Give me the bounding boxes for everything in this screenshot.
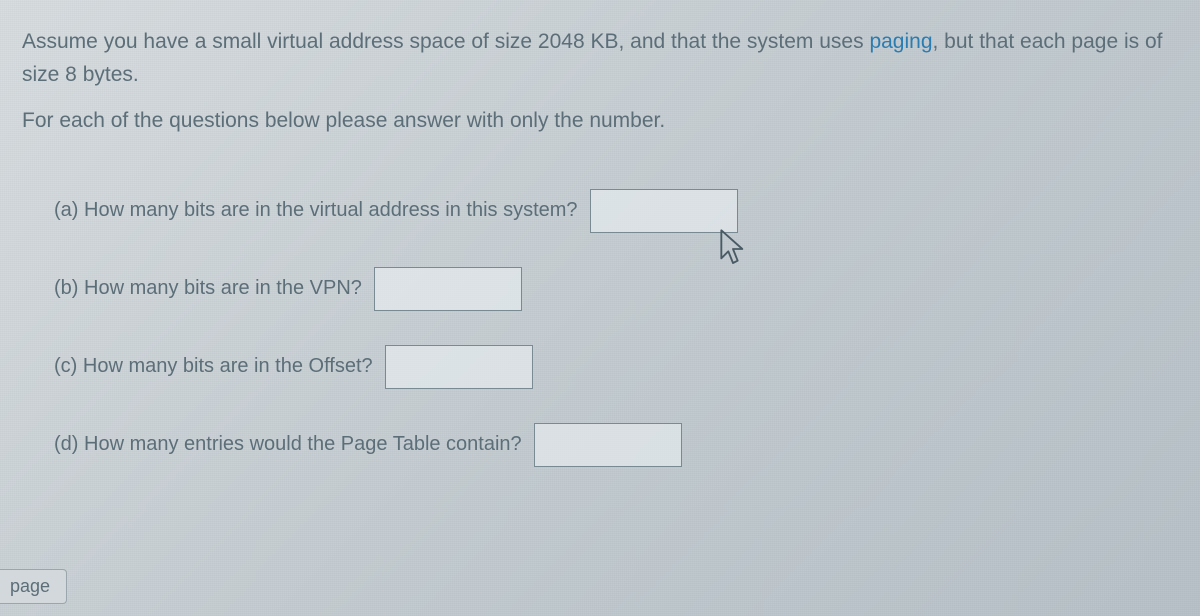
question-d-text: (d) How many entries would the Page Tabl… — [54, 433, 522, 456]
question-b-row: (b) How many bits are in the VPN? — [22, 267, 1178, 311]
answer-b-input[interactable] — [374, 267, 522, 311]
question-d-row: (d) How many entries would the Page Tabl… — [22, 423, 1178, 467]
question-content: Assume you have a small virtual address … — [0, 0, 1200, 527]
instruction-text: For each of the questions below please a… — [22, 105, 1178, 137]
intro-paragraph: Assume you have a small virtual address … — [22, 26, 1178, 91]
paging-link[interactable]: paging — [869, 30, 932, 53]
page-tag[interactable]: page — [0, 569, 67, 604]
answer-a-input[interactable] — [590, 189, 738, 233]
answer-c-input[interactable] — [385, 345, 533, 389]
question-c-text: (c) How many bits are in the Offset? — [54, 355, 373, 378]
question-a-text: (a) How many bits are in the virtual add… — [54, 199, 578, 222]
answer-d-input[interactable] — [534, 423, 682, 467]
question-b-text: (b) How many bits are in the VPN? — [54, 277, 362, 300]
question-c-row: (c) How many bits are in the Offset? — [22, 345, 1178, 389]
intro-text-1: Assume you have a small virtual address … — [22, 30, 869, 53]
question-a-row: (a) How many bits are in the virtual add… — [22, 189, 1178, 233]
